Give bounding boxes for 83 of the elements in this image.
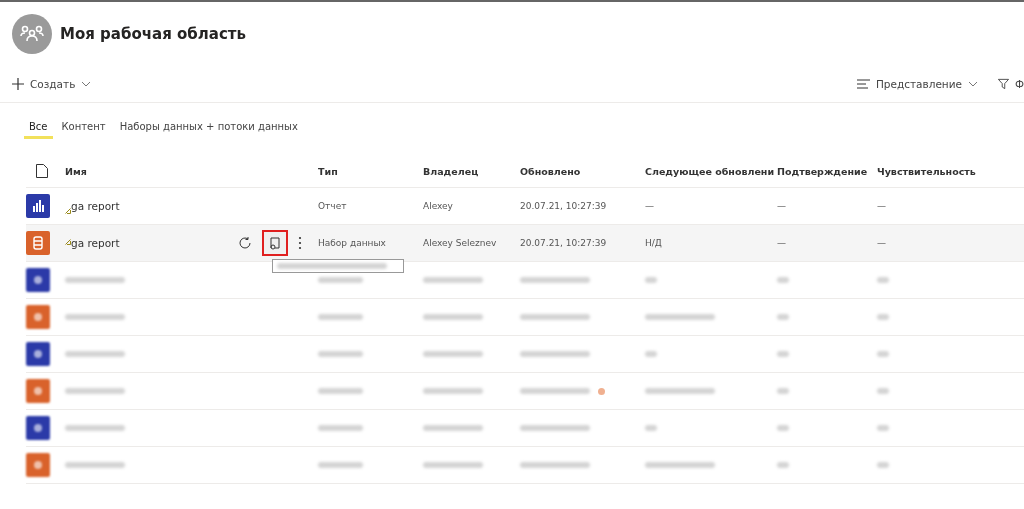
blurred-text [65,351,125,357]
blurred-text [777,388,789,394]
lines-icon [856,79,870,89]
column-header[interactable]: Обновлено [520,165,645,177]
column-header[interactable]: Владелец [423,165,520,177]
blurred-text [65,388,125,394]
item-name-link[interactable]: ga report [71,237,120,249]
new-mark-icon [65,239,71,245]
blurred-text [318,314,363,320]
table-cell-text: 20.07.21, 10:27:39 [520,201,608,211]
table-cell-text: Отчет [318,201,348,211]
workspace-avatar-icon [12,14,52,54]
blurred-text [877,462,889,468]
item-name-link[interactable]: ga report [71,200,120,212]
tab[interactable]: Контент [56,117,111,139]
blurred-text [777,462,789,468]
blurred-text [520,462,590,468]
blurred-text [65,277,125,283]
blurred-text [423,425,483,431]
plus-icon [12,78,24,90]
blurred-text [877,314,889,320]
blurred-text [423,462,483,468]
blurred-text [318,277,363,283]
blurred-text [777,351,789,357]
column-header[interactable]: Чувствительность [877,165,1024,177]
blurred-text [423,314,483,320]
blurred-text [65,314,125,320]
document-icon [36,164,48,178]
blurred-text [645,314,715,320]
blurred-text [318,388,363,394]
chevron-down-icon [81,81,92,87]
blurred-text [423,277,483,283]
table-cell-text: Набор данных [318,238,387,248]
more-options-icon[interactable] [298,236,302,250]
blurred-text [520,351,590,357]
table-cell-text: Н/Д [645,238,663,248]
column-header[interactable]: Тип [318,165,423,177]
blurred-text [877,351,889,357]
blurred-text [777,425,789,431]
blurred-text [520,277,590,283]
blurred-text [318,351,363,357]
blurred-text [645,388,715,394]
blurred-text [777,277,789,283]
tab[interactable]: Все [24,117,53,139]
schedule-refresh-button[interactable] [262,230,288,256]
new-mark-icon [65,207,71,214]
column-header[interactable]: Подтверждение [777,165,877,177]
view-button[interactable]: Представление [856,78,984,90]
blurred-text [877,425,889,431]
chevron-down-icon [968,81,978,87]
refresh-icon[interactable] [238,236,252,250]
blurred-text [645,462,715,468]
blurred-text [520,314,590,320]
blurred-text [423,351,483,357]
blurred-text [645,425,657,431]
tab[interactable]: Наборы данных + потоки данных [114,117,303,139]
blurred-text [318,462,363,468]
create-button[interactable]: Создать [12,78,98,90]
filter-icon [998,78,1009,90]
table-cell-text: — [777,238,787,248]
blurred-text [877,277,889,283]
column-header[interactable]: Имя [65,165,318,177]
blurred-text [777,314,789,320]
blurred-text [645,277,657,283]
blurred-text [65,425,125,431]
blurred-text [520,425,590,431]
table-cell-text: — [777,201,787,211]
filter-button[interactable]: Ф [998,78,1024,90]
table-cell-text: — [877,238,887,248]
column-header[interactable]: Следующее обновлени [645,165,777,177]
table-cell-text: 20.07.21, 10:27:39 [520,238,608,248]
blurred-text [423,388,483,394]
document-icon [269,236,281,250]
blurred-text [645,351,657,357]
table-cell-text: — [645,201,655,211]
workspace-title: Моя рабочая область [60,25,246,43]
table-cell-text: Alexey Seleznev [423,238,498,248]
blurred-text [877,388,889,394]
blurred-text [520,388,590,394]
blurred-text [65,462,125,468]
table-cell-text: Alexey [423,201,454,211]
blurred-text [318,425,363,431]
table-cell-text: — [877,201,887,211]
